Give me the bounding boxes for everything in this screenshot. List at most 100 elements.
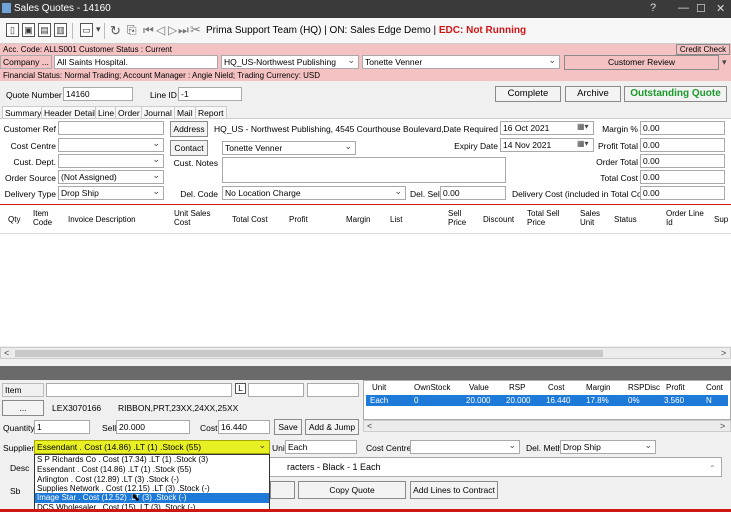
copy-quote-button[interactable]: Copy Quote — [298, 481, 406, 499]
previous-record-icon[interactable]: ◁ — [156, 23, 165, 37]
refresh-icon[interactable]: ↻ — [110, 23, 121, 39]
help-icon[interactable]: ? — [650, 2, 656, 14]
quantity-field[interactable]: 1 — [34, 420, 90, 434]
new-doc-icon[interactable]: ▯ — [6, 23, 19, 37]
cost-centre-item-select[interactable] — [410, 440, 520, 454]
save-close-icon[interactable]: ▤ — [38, 23, 51, 37]
sell-field[interactable]: 20.000 — [116, 420, 190, 434]
tab-order[interactable]: Order — [115, 106, 143, 118]
col-qty[interactable]: Qty — [8, 215, 20, 224]
branch-select[interactable]: HQ_US-Northwest Publishing — [221, 55, 359, 69]
scroll-left-icon[interactable]: < — [4, 348, 9, 358]
col-profit[interactable]: Profit — [289, 215, 308, 224]
delivery-type-select[interactable]: Drop Ship — [58, 186, 164, 200]
calendar-icon[interactable]: ▦▾ — [577, 122, 589, 131]
stock-scrollbar[interactable]: < > — [363, 420, 731, 432]
tab-report[interactable]: Report — [195, 106, 227, 118]
cost-field[interactable]: 16.440 — [218, 420, 270, 434]
contact-select-summary[interactable]: Tonette Venner — [222, 141, 356, 155]
credit-check-button[interactable]: Credit Check — [676, 44, 730, 55]
scroll-left-icon[interactable]: < — [367, 421, 372, 431]
tab-line[interactable]: Line — [95, 106, 118, 118]
contact-button[interactable]: Contact — [170, 140, 208, 156]
address-button[interactable]: Address — [170, 121, 208, 137]
unit-field[interactable]: Each — [285, 440, 357, 454]
col-discount[interactable]: Discount — [483, 215, 514, 224]
save-button[interactable]: Save — [274, 419, 302, 435]
stock-row[interactable]: Each 0 20.000 20.000 16.440 17.8% 0% 3.5… — [366, 395, 728, 406]
add-lines-to-contract-button[interactable]: Add Lines to Contract — [410, 481, 498, 499]
customer-review-button[interactable]: Customer Review — [564, 55, 719, 70]
address-text: HQ_US - Northwest Publishing, 4545 Court… — [214, 124, 444, 134]
tab-journal[interactable]: Journal — [141, 106, 175, 118]
col-item-code[interactable]: Item Code — [33, 209, 59, 227]
total-cost-field: 0.00 — [640, 170, 725, 184]
quote-number-field[interactable]: 14160 — [63, 87, 133, 101]
del-code-select[interactable]: No Location Charge — [222, 186, 406, 200]
close-icon[interactable]: ✕ — [716, 2, 725, 15]
cost-centre-select[interactable] — [58, 138, 164, 152]
col-total-cost[interactable]: Total Cost — [232, 215, 268, 224]
lines-grid-body[interactable] — [0, 234, 731, 346]
next-record-icon[interactable]: ▷ — [168, 23, 177, 37]
del-sell-field[interactable]: 0.00 — [440, 186, 506, 200]
maximize-icon[interactable]: ☐ — [696, 2, 706, 15]
supplier-select[interactable]: Essendant . Cost (14.86) .LT (1) .Stock … — [34, 440, 270, 454]
stock-col-ownstock: OwnStock — [414, 383, 451, 392]
scroll-right-icon[interactable]: > — [720, 421, 725, 431]
archive-button[interactable]: Archive — [565, 86, 621, 102]
copy-icon[interactable]: ⎘ — [127, 23, 137, 38]
col-total-sell-price[interactable]: Total Sell Price — [527, 209, 563, 227]
col-sup[interactable]: Sup — [714, 215, 728, 224]
account-status: Acc. Code: ALLS001 Customer Status : Cur… — [3, 45, 172, 54]
cust-dept-select[interactable] — [58, 154, 164, 168]
col-margin[interactable]: Margin — [346, 215, 370, 224]
supplier-dropdown-list[interactable]: S P Richards Co . Cost (17.34) .LT (1) .… — [34, 454, 270, 512]
supplier-option[interactable]: Essendant . Cost (14.86) .LT (1) .Stock … — [35, 465, 269, 475]
item-search-field[interactable] — [46, 383, 232, 397]
minimize-icon[interactable]: — — [678, 2, 689, 14]
col-sales-unit[interactable]: Sales Unit — [580, 209, 606, 227]
supplier-option[interactable]: S P Richards Co . Cost (17.34) .LT (1) .… — [35, 455, 269, 465]
desc-scroll-up-icon[interactable]: ⌃ — [709, 460, 716, 476]
review-dropdown-icon[interactable]: ▾ — [722, 57, 727, 68]
customer-ref-field[interactable] — [58, 121, 164, 135]
tab-mail[interactable]: Mail — [174, 106, 196, 118]
last-record-icon[interactable]: ⏭ — [178, 23, 189, 38]
col-invoice-description[interactable]: Invoice Description — [68, 215, 136, 224]
add-jump-button[interactable]: Add & Jump — [305, 419, 359, 435]
first-record-icon[interactable]: ⏮ — [143, 23, 154, 38]
grid-horizontal-scrollbar[interactable]: < > — [0, 347, 731, 359]
company-lookup-button[interactable]: Company ... — [0, 55, 52, 69]
scroll-right-icon[interactable]: > — [721, 348, 726, 358]
calendar-icon[interactable]: ▦▾ — [577, 139, 589, 148]
print-dropdown-icon[interactable]: ▾ — [96, 24, 101, 35]
item-extra-field-2[interactable] — [307, 383, 359, 397]
complete-button[interactable]: Complete — [495, 86, 561, 102]
tab-header-detail[interactable]: Header Detail — [41, 106, 99, 118]
col-list[interactable]: List — [390, 215, 402, 224]
del-method-select[interactable]: Drop Ship — [560, 440, 656, 454]
bottom-button-partial[interactable] — [270, 481, 295, 499]
tools-icon[interactable]: ✂ — [190, 22, 201, 38]
save-icon[interactable]: ▣ — [22, 23, 35, 37]
col-status[interactable]: Status — [614, 215, 637, 224]
print-icon[interactable]: ▭ — [80, 23, 93, 37]
col-order-line-id[interactable]: Order Line Id — [666, 209, 706, 227]
item-extra-field-1[interactable] — [248, 383, 304, 397]
line-id-field[interactable]: -1 — [178, 87, 242, 101]
scroll-thumb[interactable] — [15, 350, 603, 357]
item-browse-button[interactable]: ... — [2, 400, 44, 416]
delete-icon[interactable]: ▥ — [54, 23, 67, 37]
splitter-bar[interactable] — [0, 366, 731, 380]
company-field[interactable]: All Saints Hospital. — [54, 55, 218, 69]
col-unit-sales-cost[interactable]: Unit Sales Cost — [174, 209, 224, 227]
order-source-select[interactable]: (Not Assigned) — [58, 170, 164, 184]
col-sell-price[interactable]: Sell Price — [448, 209, 472, 227]
toolbar-divider — [72, 23, 73, 39]
stock-col-cost: Cost — [548, 383, 565, 392]
contact-select[interactable]: Tonette Venner — [362, 55, 560, 69]
cust-notes-field[interactable] — [222, 157, 506, 183]
tab-summary[interactable]: Summary — [2, 106, 45, 118]
supplier-option-selected[interactable]: Image Star . Cost (12.52) .LT (3) .Stock… — [35, 493, 269, 503]
